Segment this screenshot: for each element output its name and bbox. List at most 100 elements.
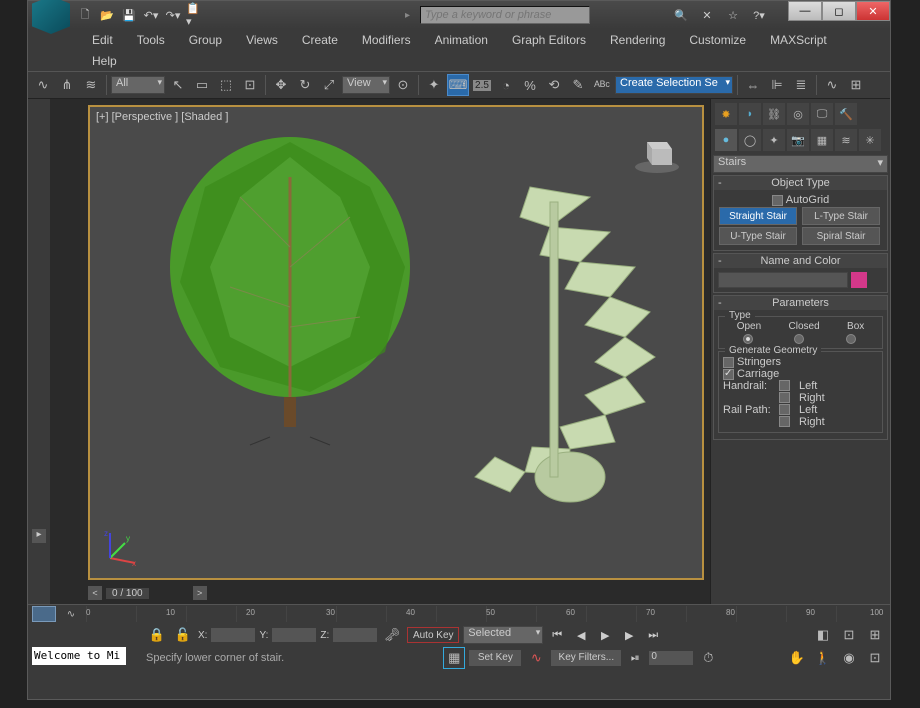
menu-maxscript[interactable]: MAXScript <box>760 31 837 49</box>
goto-end-icon[interactable]: ⏭ <box>643 626 663 644</box>
menu-graph-editors[interactable]: Graph Editors <box>502 31 596 49</box>
z-spinner[interactable] <box>333 628 377 642</box>
named-sel-icon[interactable]: ᴬᴮᶜ <box>591 74 613 96</box>
selection-lock-icon[interactable]: 🔒 <box>146 624 168 646</box>
tree-object[interactable] <box>150 127 430 447</box>
curve-editor-icon[interactable]: ∿ <box>821 74 843 96</box>
layers-icon[interactable]: ≣ <box>790 74 812 96</box>
systems-subtab-icon[interactable]: ✳ <box>859 129 881 151</box>
category-combo[interactable]: Stairs <box>713 155 888 173</box>
new-file-icon[interactable]: 🗋 <box>76 6 94 24</box>
app-logo-icon[interactable] <box>32 0 70 34</box>
geometry-subtab-icon[interactable]: ● <box>715 129 737 151</box>
rollout-header[interactable]: Parameters <box>714 296 887 310</box>
pivot-icon[interactable]: ⊙ <box>392 74 414 96</box>
pan-icon[interactable]: ✋ <box>786 647 808 669</box>
align-icon[interactable]: ⊫ <box>766 74 788 96</box>
maximize-button[interactable]: ◻ <box>822 1 856 21</box>
menu-create[interactable]: Create <box>292 31 348 49</box>
play-icon[interactable]: ▶ <box>595 626 615 644</box>
railpath-right-checkbox[interactable] <box>779 416 790 427</box>
view-cube-icon[interactable] <box>632 127 682 177</box>
color-swatch[interactable] <box>851 272 867 288</box>
search-input[interactable] <box>420 6 590 24</box>
favorite-icon[interactable]: ☆ <box>724 6 742 24</box>
edit-named-sel-icon[interactable]: ✎ <box>567 74 589 96</box>
keymode-combo[interactable]: Selected <box>463 626 543 644</box>
isolate-icon[interactable]: ◧ <box>812 624 834 646</box>
max-viewport-icon[interactable]: ⊡ <box>864 647 886 669</box>
window-crossing-icon[interactable]: ⊡ <box>239 74 261 96</box>
bind-spacewarp-icon[interactable]: ≋ <box>80 74 102 96</box>
key-icon[interactable]: 🗝 <box>381 624 403 646</box>
spiral-stair-button[interactable]: Spiral Stair <box>802 227 880 245</box>
menu-customize[interactable]: Customize <box>679 31 756 49</box>
type-box-radio[interactable] <box>846 334 856 344</box>
menu-group[interactable]: Group <box>179 31 232 49</box>
menu-rendering[interactable]: Rendering <box>600 31 675 49</box>
link-icon[interactable]: ∿ <box>32 74 54 96</box>
menu-animation[interactable]: Animation <box>425 31 498 49</box>
help-icon[interactable]: ?▾ <box>750 6 768 24</box>
time-ruler[interactable]: 0102030405060708090100 <box>86 606 886 622</box>
rotate-icon[interactable]: ↻ <box>294 74 316 96</box>
perspective-viewport[interactable]: [+] [Perspective ] [Shaded ] <box>88 105 704 580</box>
orbit-icon[interactable]: ◉ <box>838 647 860 669</box>
play-rail-icon[interactable]: ▸ <box>32 529 46 543</box>
move-icon[interactable]: ✥ <box>270 74 292 96</box>
type-closed-radio[interactable] <box>794 334 804 344</box>
redo-icon[interactable]: ↷▾ <box>164 6 182 24</box>
carriage-checkbox[interactable] <box>723 369 734 380</box>
nav2-icon[interactable]: ⊞ <box>864 624 886 646</box>
angle-snap-icon[interactable]: ◔ <box>495 74 517 96</box>
stair-object[interactable] <box>450 177 670 517</box>
key-mode-toggle-icon[interactable]: ⏯ <box>625 649 645 667</box>
walk-icon[interactable]: 🚶 <box>812 647 834 669</box>
script-listener-icon[interactable]: ▦ <box>443 647 465 669</box>
select-icon[interactable]: ↖ <box>167 74 189 96</box>
handrail-right-checkbox[interactable] <box>779 392 790 403</box>
snap-toggle-icon[interactable]: 2.5 <box>471 74 493 96</box>
cameras-subtab-icon[interactable]: 📷 <box>787 129 809 151</box>
scroll-right-icon[interactable]: > <box>193 586 207 600</box>
lights-subtab-icon[interactable]: ✦ <box>763 129 785 151</box>
project-icon[interactable]: 📋▾ <box>186 6 204 24</box>
keyboard-shortcut-icon[interactable]: ⌨ <box>447 74 469 96</box>
autogrid-checkbox[interactable] <box>772 195 783 206</box>
next-frame-icon[interactable]: ▶ <box>619 626 639 644</box>
selection-filter-combo[interactable]: All <box>111 76 165 94</box>
hierarchy-tab-icon[interactable]: ⛓ <box>763 103 785 125</box>
goto-start-icon[interactable]: ⏮ <box>547 626 567 644</box>
save-file-icon[interactable]: 💾 <box>120 6 138 24</box>
autokey-button[interactable]: Auto Key <box>407 627 459 643</box>
stringers-checkbox[interactable] <box>723 357 734 368</box>
modify-tab-icon[interactable]: ◗ <box>739 103 761 125</box>
undo-icon[interactable]: ↶▾ <box>142 6 160 24</box>
open-file-icon[interactable]: 📂 <box>98 6 116 24</box>
binoculars-icon[interactable]: 🔍 <box>672 6 690 24</box>
nav1-icon[interactable]: ⊡ <box>838 624 860 646</box>
helpers-subtab-icon[interactable]: ▦ <box>811 129 833 151</box>
menu-help[interactable]: Help <box>82 52 127 70</box>
spinner-snap-icon[interactable]: ⟲ <box>543 74 565 96</box>
named-selset-combo[interactable]: Create Selection Se <box>615 76 733 94</box>
unlink-icon[interactable]: ⋔ <box>56 74 78 96</box>
keyfilters-button[interactable]: Key Filters... <box>551 650 621 666</box>
railpath-left-checkbox[interactable] <box>779 404 790 415</box>
display-tab-icon[interactable]: 🖵 <box>811 103 833 125</box>
straight-stair-button[interactable]: Straight Stair <box>719 207 797 225</box>
rollout-header[interactable]: Name and Color <box>714 254 887 268</box>
timeline-slider[interactable] <box>32 606 56 622</box>
spacewarps-subtab-icon[interactable]: ≋ <box>835 129 857 151</box>
percent-snap-icon[interactable]: % <box>519 74 541 96</box>
manipulate-icon[interactable]: ✦ <box>423 74 445 96</box>
l-type-stair-button[interactable]: L-Type Stair <box>802 207 880 225</box>
utilities-tab-icon[interactable]: 🔨 <box>835 103 857 125</box>
current-frame-spinner[interactable]: 0 <box>649 651 693 665</box>
scale-icon[interactable]: ⤢ <box>318 74 340 96</box>
menu-edit[interactable]: Edit <box>82 31 123 49</box>
motion-tab-icon[interactable]: ◎ <box>787 103 809 125</box>
y-spinner[interactable] <box>272 628 316 642</box>
x-spinner[interactable] <box>211 628 255 642</box>
minimize-button[interactable]: — <box>788 1 822 21</box>
